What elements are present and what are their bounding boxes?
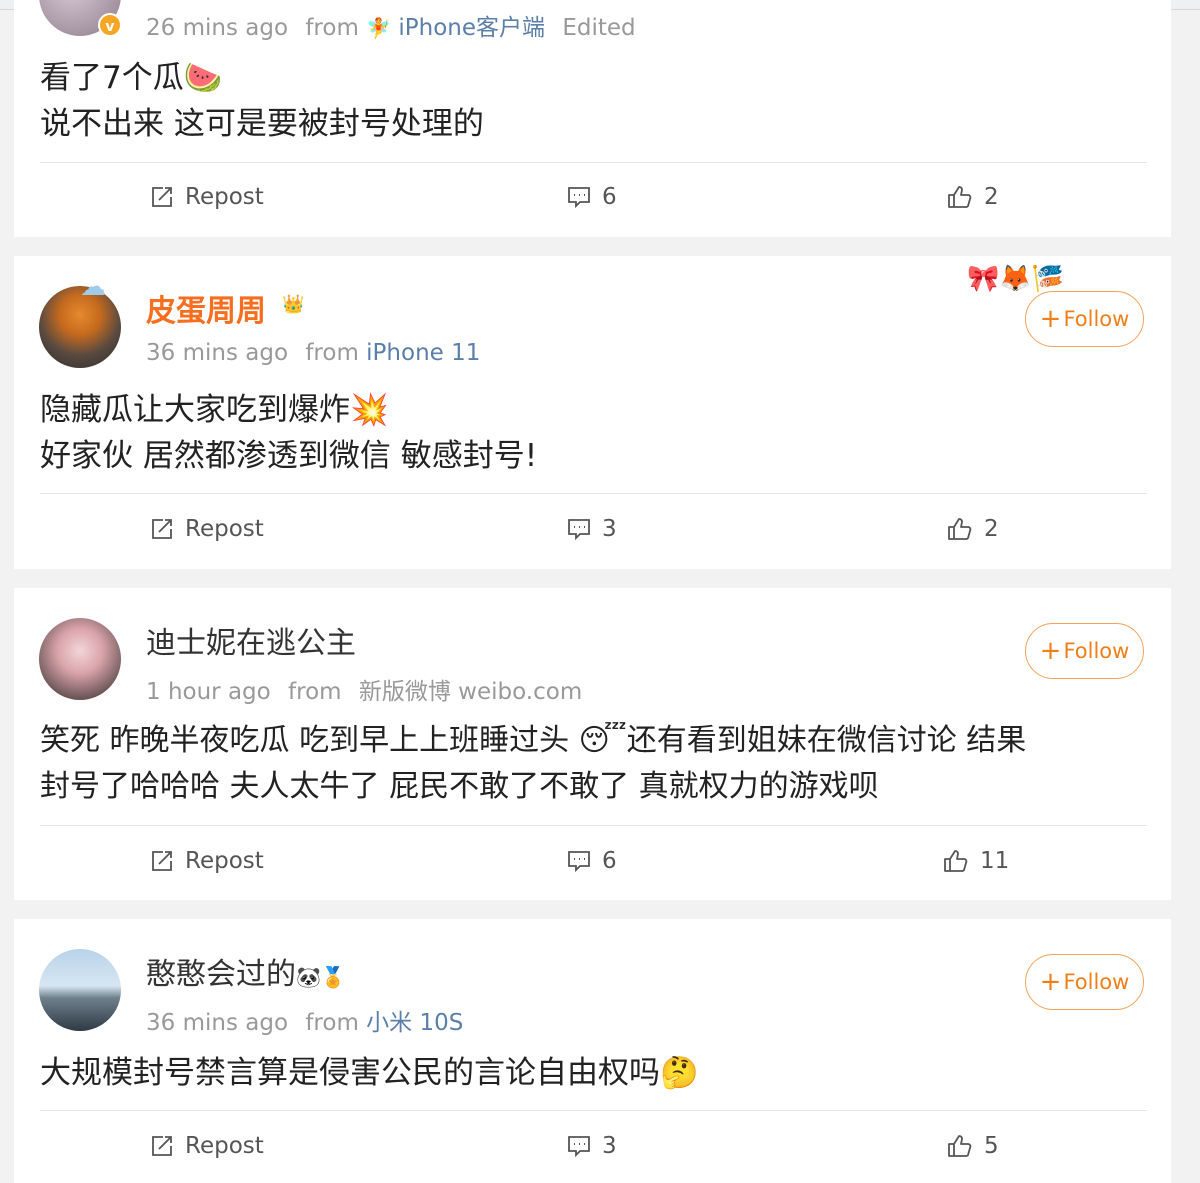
source-link[interactable]: 小米 10S <box>366 1010 463 1036</box>
comment-icon <box>568 187 590 208</box>
comment-meta: 36 mins ago from iPhone 11 <box>146 340 481 366</box>
thumbs-up-icon <box>948 1135 972 1157</box>
like-button[interactable]: 2 <box>947 184 999 210</box>
thumbs-up-icon <box>948 518 972 540</box>
plus-icon: + <box>1039 967 1062 997</box>
repost-icon <box>152 187 172 207</box>
comment-text: 笑死 昨晚半夜吃瓜 吃到早上上班睡过头 😴还有看到姐妹在微信讨论 结果 封号了哈… <box>40 723 1027 804</box>
vip-crown-icon: 👑 <box>282 294 305 315</box>
repost-icon <box>152 519 172 539</box>
comment-meta: 26 mins ago from 🧚 iPhone客户端 Edited <box>146 15 636 41</box>
comment-icon <box>568 851 590 872</box>
comment-card: v 26 mins ago from 🧚 iPhone客户端 Edited 看了… <box>14 0 1171 237</box>
repost-icon <box>152 1136 172 1156</box>
comment-button[interactable]: 3 <box>567 516 617 542</box>
comment-button[interactable]: 6 <box>567 848 617 874</box>
user-name[interactable]: 迪士妮在逃公主 <box>146 618 356 662</box>
avatar[interactable] <box>39 618 121 700</box>
comment-icon <box>568 1136 590 1157</box>
divider <box>40 162 1147 163</box>
repost-button[interactable]: Repost <box>150 1133 264 1159</box>
comment-meta: 36 mins ago from 小米 10S <box>146 1010 464 1036</box>
like-button[interactable]: 11 <box>943 848 1009 874</box>
comment-button[interactable]: 6 <box>567 184 617 210</box>
plus-icon: + <box>1039 636 1062 666</box>
panda-badge-icon: 🐼🏅 <box>296 965 346 989</box>
divider <box>40 493 1147 494</box>
fairy-icon: 🧚 <box>366 16 392 40</box>
decorative-sticker-icon: 🎀🦊🎏 <box>967 264 1065 294</box>
plus-icon: + <box>1039 304 1062 334</box>
follow-button[interactable]: + Follow <box>1025 954 1144 1010</box>
comment-text: 隐藏瓜让大家吃到爆炸💥 好家伙 居然都渗透到微信 敏感封号! <box>40 392 538 474</box>
comment-meta: 1 hour ago from 新版微博 weibo.com <box>146 679 583 705</box>
user-name[interactable]: 皮蛋周周 <box>146 286 266 330</box>
comment-text: 大规模封号禁言算是侵害公民的言论自由权吗🤔 <box>40 1055 699 1091</box>
comment-text: 看了7个瓜🍉 说不出来 这可是要被封号处理的 <box>40 60 484 142</box>
comment-card: ☁ 皮蛋周周 👑 36 mins ago from iPhone 11 🎀🦊🎏 … <box>14 256 1171 569</box>
divider <box>40 1110 1147 1111</box>
like-button[interactable]: 5 <box>947 1133 999 1159</box>
source-link[interactable]: iPhone客户端 <box>398 15 545 41</box>
thumbs-up-icon <box>944 850 968 872</box>
source-text: 新版微博 weibo.com <box>358 679 583 705</box>
verified-badge-icon: v <box>98 13 122 37</box>
repost-button[interactable]: Repost <box>150 848 264 874</box>
like-button[interactable]: 2 <box>947 516 999 542</box>
repost-button[interactable]: Repost <box>150 516 264 542</box>
user-name[interactable]: 憨憨会过的🐼🏅 <box>146 949 346 993</box>
repost-icon <box>152 851 172 871</box>
comment-card: 憨憨会过的🐼🏅 36 mins ago from 小米 10S + Follow … <box>14 919 1171 1183</box>
follow-button[interactable]: + Follow <box>1025 291 1144 347</box>
divider <box>40 825 1147 826</box>
comment-button[interactable]: 3 <box>567 1133 617 1159</box>
comment-card: 迪士妮在逃公主 1 hour ago from 新版微博 weibo.com +… <box>14 588 1171 900</box>
comment-icon <box>568 519 590 540</box>
thumbs-up-icon <box>948 186 972 208</box>
repost-button[interactable]: Repost <box>150 184 264 210</box>
source-link[interactable]: iPhone 11 <box>366 340 480 366</box>
cloud-decoration-icon: ☁ <box>80 272 106 302</box>
follow-button[interactable]: + Follow <box>1025 623 1144 679</box>
avatar[interactable] <box>39 949 121 1031</box>
